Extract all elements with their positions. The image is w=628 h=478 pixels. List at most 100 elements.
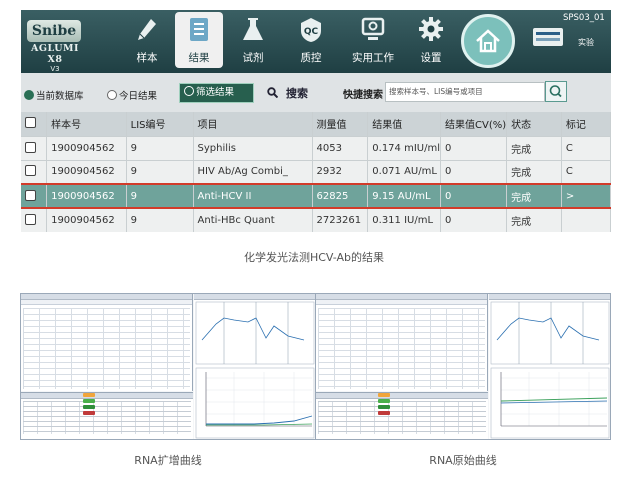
gear-icon (419, 17, 443, 41)
table-header-row: 样本号 LIS编号 项目 测量值 结果值 结果值CV(%) 状态 标记 (21, 112, 611, 137)
table-row[interactable]: 1900904562 9 Syphilis 4053 0.174 mIU/ml … (21, 136, 611, 161)
assay-cell: Syphilis (193, 136, 313, 161)
lis-id-cell: 9 (126, 208, 194, 232)
page: Snibe AGLUMI X8 V3 样本 结果 试剂 QC 质控 实用工作 设… (0, 0, 628, 478)
result-cell: 9.15 AU/mL (367, 183, 441, 209)
lis-id-cell: 9 (126, 136, 194, 161)
current-db-option[interactable]: 当前数据库 (24, 88, 84, 102)
flag-cell: C (561, 160, 611, 185)
logo-text: Snibe (27, 20, 81, 42)
nav-label: 设置 (420, 52, 442, 64)
well-marker (378, 405, 390, 409)
column-header[interactable]: 样本号 (46, 112, 127, 137)
rna-amplification-screenshot (20, 293, 316, 440)
plate-grid (23, 308, 190, 389)
analyzer-screenshot: Snibe AGLUMI X8 V3 样本 结果 试剂 QC 质控 实用工作 设… (21, 10, 611, 232)
well-marker (378, 411, 390, 415)
assay-cell: HIV Ab/Ag Combi_ (193, 160, 313, 185)
status-cell: 完成 (506, 160, 562, 185)
assay-cell: Anti-HCV II (193, 183, 313, 209)
curve-panel (489, 294, 610, 439)
home-icon (476, 29, 500, 53)
plate-grid-panel (316, 294, 488, 391)
panel-toolbar (316, 300, 487, 305)
well-table-panel (316, 392, 488, 439)
caption-right: RNA原始曲线 (429, 454, 497, 467)
column-header[interactable]: 标记 (561, 112, 611, 137)
well-marker (83, 393, 95, 397)
filter-label: 筛选结果 (196, 87, 235, 98)
column-header[interactable]: 状态 (506, 112, 562, 137)
nav-qc[interactable]: QC 质控 (287, 12, 335, 68)
column-header[interactable]: 项目 (193, 112, 313, 137)
cv-cell: 0 (440, 160, 508, 185)
table-row[interactable]: 1900904562 9 Anti-HBc Quant 2723261 0.31… (21, 208, 611, 232)
status-cell: 完成 (506, 136, 562, 161)
status-cell: 完成 (506, 183, 562, 209)
status-cell: 完成 (506, 208, 562, 232)
result-cell: 0.174 mIU/ml (367, 136, 441, 161)
well-marker (378, 399, 390, 403)
quick-search-input[interactable]: 搜索样本号、LIS编号或项目 (385, 82, 545, 102)
measure-cell: 2932 (312, 160, 369, 185)
cv-cell: 0 (440, 136, 508, 161)
result-cell: 0.071 AU/mL (367, 160, 441, 185)
search-button[interactable]: 搜索 (267, 85, 308, 101)
well-marker (378, 393, 390, 397)
column-header[interactable]: 测量值 (312, 112, 369, 137)
results-table: 样本号 LIS编号 项目 测量值 结果值 结果值CV(%) 状态 标记 1900… (21, 112, 611, 232)
column-header[interactable]: 结果值CV(%) (440, 112, 508, 137)
result-cell: 0.311 IU/mL (367, 208, 441, 232)
table-row-highlighted[interactable]: 1900904562 9 Anti-HCV II 62825 9.15 AU/m… (21, 183, 611, 209)
raw-curve-chart (490, 301, 610, 439)
pen-icon (138, 19, 156, 40)
product-name: AGLUMI X8 (31, 43, 79, 65)
brand-logo: Snibe AGLUMI X8 V3 (23, 20, 87, 73)
nav-utilities[interactable]: 实用工作 (345, 12, 401, 68)
quick-search-button[interactable] (545, 81, 567, 102)
current-db-icon (24, 90, 34, 100)
device-status-icon (533, 28, 563, 46)
today-results-radio[interactable]: 今日结果 (107, 88, 157, 102)
caption-left: RNA扩增曲线 (134, 454, 202, 467)
well-table-panel (21, 392, 193, 439)
top-navigation-bar: Snibe AGLUMI X8 V3 样本 结果 试剂 QC 质控 实用工作 设… (21, 10, 611, 73)
well-marker (83, 411, 95, 415)
plate-grid-panel (21, 294, 193, 391)
search-label: 搜索 (286, 87, 308, 100)
column-header[interactable]: 结果值 (367, 112, 441, 137)
nav-label: 试剂 (242, 52, 264, 64)
column-header[interactable]: LIS编号 (126, 112, 194, 137)
nav-results[interactable]: 结果 (175, 12, 223, 68)
filter-results-button[interactable]: 筛选结果 (179, 83, 254, 103)
row-checkbox[interactable] (21, 208, 48, 232)
curve-panel (194, 294, 315, 439)
row-checkbox[interactable] (21, 160, 48, 185)
nav-label: 质控 (300, 52, 322, 64)
monitor-tool-icon (361, 17, 385, 40)
amplification-curve-chart (195, 301, 315, 439)
well-grid (23, 401, 191, 434)
lis-id-cell: 9 (126, 160, 194, 185)
nav-settings[interactable]: 设置 (407, 12, 455, 68)
panel-toolbar (21, 393, 193, 399)
search-icon (267, 87, 279, 99)
search-icon (549, 85, 562, 98)
home-button[interactable] (461, 14, 515, 68)
qc-icon: QC (301, 18, 321, 42)
sample-id-cell: 1900904562 (46, 136, 127, 161)
measure-cell: 4053 (312, 136, 369, 161)
assay-cell: Anti-HBc Quant (193, 208, 313, 232)
well-marker (83, 405, 95, 409)
select-all-checkbox[interactable] (21, 112, 48, 137)
sample-id-cell: 1900904562 (46, 208, 127, 232)
caption-top: 化学发光法测HCV-Ab的结果 (243, 251, 385, 264)
quick-search-label: 快捷搜索 (343, 90, 383, 101)
nav-label: 结果 (188, 52, 210, 64)
flask-icon (243, 18, 263, 40)
row-checkbox[interactable] (21, 183, 48, 209)
row-checkbox[interactable] (21, 136, 48, 161)
nav-sample[interactable]: 样本 (123, 12, 171, 68)
table-row[interactable]: 1900904562 9 HIV Ab/Ag Combi_ 2932 0.071… (21, 160, 611, 185)
nav-reagent[interactable]: 试剂 (229, 12, 277, 68)
